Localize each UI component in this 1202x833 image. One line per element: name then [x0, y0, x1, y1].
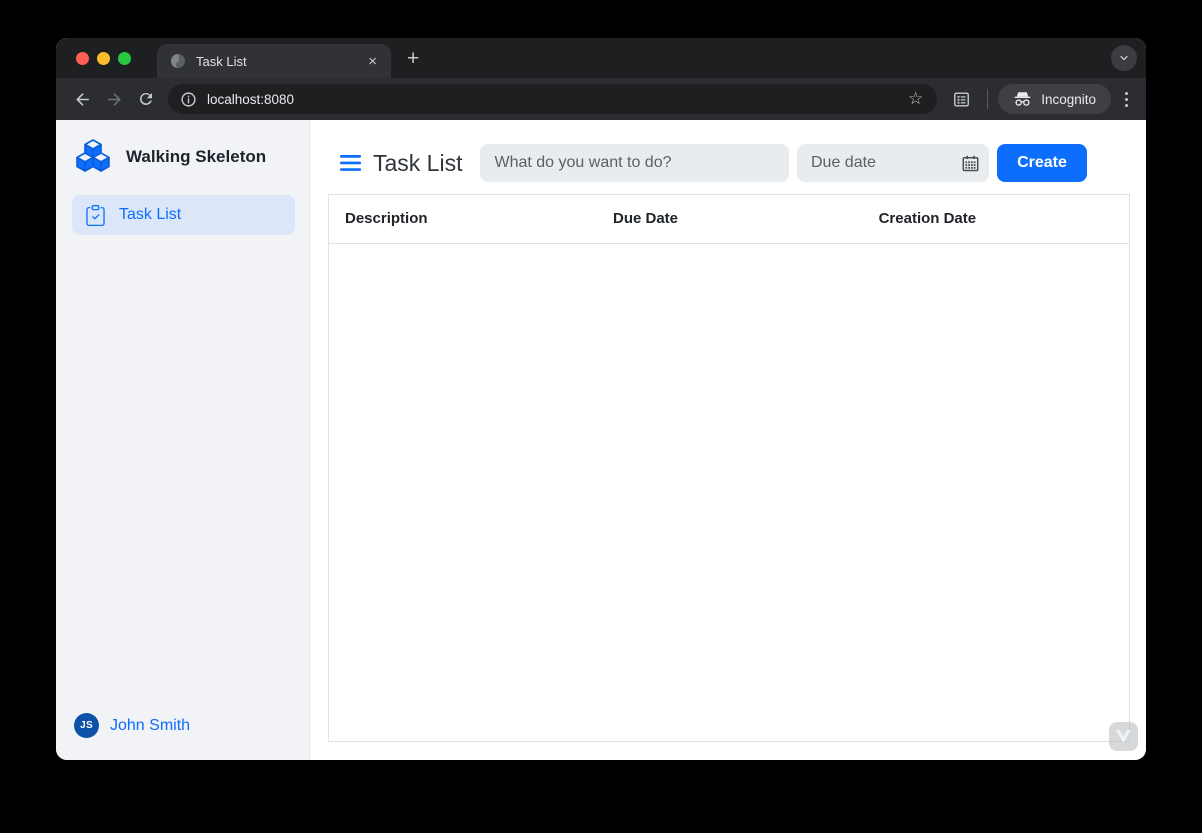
incognito-icon [1014, 92, 1031, 106]
page-content: Walking Skeleton Task List JS John Smith [56, 120, 1146, 760]
hamburger-menu-button[interactable] [340, 154, 361, 172]
tasks-table: Description Due Date Creation Date [328, 194, 1130, 742]
browser-tab[interactable]: Task List × [157, 44, 391, 78]
minimize-window-button[interactable] [97, 51, 110, 65]
sidebar: Walking Skeleton Task List JS John Smith [56, 120, 310, 760]
toolbar-separator [987, 89, 989, 109]
sidebar-item-label: Task List [119, 206, 182, 223]
hamburger-icon [340, 155, 361, 171]
due-date-field[interactable] [797, 144, 989, 182]
page-title: Task List [373, 149, 463, 176]
browser-window: Task List × + localhost:8080 ☆ Incognito… [56, 38, 1146, 760]
calendar-icon[interactable] [962, 155, 979, 172]
task-description-input[interactable] [480, 144, 789, 182]
tab-title: Task List [196, 53, 247, 69]
vue-devtools-button[interactable] [1109, 722, 1138, 751]
address-bar[interactable]: localhost:8080 ☆ [168, 84, 938, 114]
incognito-label: Incognito [1041, 91, 1096, 107]
main-content: Task List What do you want to do? Due da… [310, 120, 1146, 760]
zoom-window-button[interactable] [118, 51, 131, 65]
tab-strip: Task List × + [56, 38, 1146, 78]
due-date-input[interactable] [811, 154, 962, 172]
avatar: JS [74, 713, 99, 738]
back-arrow-icon [75, 92, 89, 106]
window-controls [56, 51, 145, 65]
table-header-row: Description Due Date Creation Date [329, 195, 1129, 244]
column-header-description: Description [345, 210, 428, 227]
browser-toolbar: localhost:8080 ☆ Incognito [56, 78, 1146, 120]
app-brand: Walking Skeleton [72, 136, 295, 175]
close-window-button[interactable] [76, 51, 89, 65]
user-name: John Smith [110, 716, 191, 734]
bookmark-star-icon[interactable]: ☆ [900, 89, 931, 109]
forward-arrow-icon [107, 92, 121, 106]
incognito-badge: Incognito [998, 84, 1111, 114]
back-button[interactable] [66, 83, 98, 115]
main-header: Task List What do you want to do? Due da… [328, 144, 1130, 182]
column-header-creation-date: Creation Date [878, 210, 977, 227]
vue-logo-icon [1116, 730, 1131, 743]
reading-list-button[interactable] [945, 83, 977, 115]
column-header-due-date: Due Date [613, 210, 679, 227]
reload-icon [139, 92, 152, 105]
table-body-empty [329, 244, 1129, 741]
create-button[interactable]: Create [997, 144, 1087, 182]
reading-list-icon [953, 91, 969, 107]
forward-button[interactable] [98, 83, 130, 115]
app-title: Walking Skeleton [126, 146, 267, 166]
new-tab-button[interactable]: + [407, 48, 419, 69]
url-text[interactable]: localhost:8080 [207, 92, 900, 107]
reload-button[interactable] [130, 83, 162, 115]
browser-menu-button[interactable] [1119, 91, 1134, 107]
tab-search-button[interactable] [1111, 45, 1137, 71]
tab-favicon-globe-icon [170, 53, 186, 69]
user-menu[interactable]: JS John Smith [72, 711, 295, 748]
sidebar-item-task-list[interactable]: Task List [72, 195, 295, 235]
site-info-icon[interactable] [180, 91, 197, 108]
clipboard-check-icon [85, 204, 106, 226]
boxes-logo-icon [74, 138, 112, 175]
close-tab-icon[interactable]: × [364, 52, 381, 71]
chevron-down-icon [1120, 55, 1128, 61]
